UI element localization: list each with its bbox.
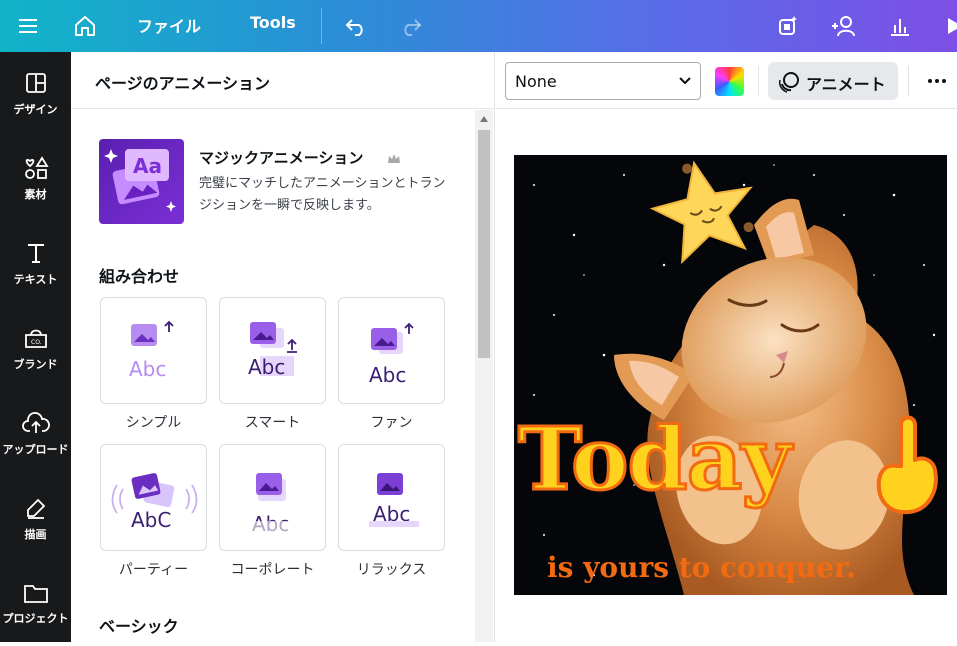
design-headline: Today — [516, 409, 792, 510]
animation-panel: ページのアニメーション Aa マジックアニメーション 完璧にマッチしたアニメーシ… — [71, 52, 495, 642]
svg-text:Abc: Abc — [369, 363, 406, 387]
basic-section-title: ベーシック — [99, 617, 179, 636]
animation-card-party[interactable]: AbC — [100, 444, 207, 551]
animation-card-label: ファン — [370, 415, 413, 431]
design-subline: is yours to conquer. — [547, 551, 856, 584]
animation-card-label: コーポレート — [230, 562, 315, 578]
folder-icon — [23, 585, 48, 603]
elements-icon — [24, 156, 49, 179]
animation-card-simple[interactable]: Abc — [100, 297, 207, 404]
undo-icon[interactable] — [340, 10, 372, 42]
svg-text:AbC: AbC — [131, 508, 171, 532]
magic-animation-title: マジックアニメーション — [199, 149, 364, 167]
sidebar-item-brand[interactable]: CO. ブランド — [0, 307, 71, 391]
redo-icon[interactable] — [395, 10, 427, 42]
tools-menu[interactable]: Tools — [250, 13, 296, 32]
select-value: None — [515, 72, 557, 91]
animation-card-relax[interactable]: Abc — [338, 444, 445, 551]
sidebar-item-label: プロジェクト — [2, 612, 69, 625]
sidebar-item-uploads[interactable]: アップロード — [0, 392, 71, 476]
sidebar-item-label: ブランド — [13, 358, 58, 371]
animation-card-smart[interactable]: Abc — [219, 297, 326, 404]
context-toolbar: None アニメート — [496, 52, 957, 109]
crown-icon — [388, 154, 400, 163]
scroll-up-arrow[interactable] — [480, 116, 488, 122]
font-style-select[interactable]: None — [505, 62, 701, 100]
sidebar-item-elements[interactable]: 素材 — [0, 137, 71, 221]
svg-text:Aa: Aa — [133, 154, 162, 178]
sidebar-item-label: 描画 — [24, 528, 47, 541]
sidebar-item-label: デザイン — [13, 103, 58, 116]
chevron-down-icon — [679, 77, 691, 85]
combo-section-title: 組み合わせ — [99, 267, 180, 286]
animation-card-label: スマート — [244, 415, 301, 431]
animation-card-corporate[interactable]: Abc — [219, 444, 326, 551]
left-navigation-rail: デザイン 素材 テキスト CO. ブランド アップロード 描画 プロジェクト — [0, 52, 71, 642]
layout-icon — [25, 73, 46, 93]
sidebar-item-draw[interactable]: 描画 — [0, 477, 71, 561]
canvas-area: Today is yours to conquer. — [496, 110, 957, 642]
insights-chart-icon[interactable] — [884, 10, 916, 42]
design-page[interactable]: Today is yours to conquer. — [514, 155, 947, 595]
sidebar-item-projects[interactable]: プロジェクト — [0, 562, 71, 646]
menu-icon[interactable] — [12, 10, 44, 42]
sidebar-item-label: 素材 — [24, 188, 47, 201]
animation-card-label: パーティー — [118, 562, 189, 578]
play-present-icon[interactable] — [938, 10, 957, 42]
svg-text:Abc: Abc — [129, 357, 166, 381]
top-bar: ファイル Tools — [0, 0, 957, 52]
svg-text:CO.: CO. — [31, 339, 42, 346]
more-options-icon[interactable] — [922, 66, 952, 96]
magic-animation-thumbnail: Aa — [99, 139, 184, 224]
svg-text:Abc: Abc — [248, 355, 285, 379]
animate-button[interactable]: アニメート — [768, 62, 898, 100]
share-people-icon[interactable] — [828, 10, 860, 42]
scroll-thumb[interactable] — [478, 130, 490, 358]
panel-title: ページのアニメーション — [71, 52, 494, 109]
animation-card-label: シンプル — [125, 415, 182, 431]
sidebar-item-label: アップロード — [2, 443, 69, 456]
animation-card-label: リラックス — [356, 562, 427, 578]
sidebar-item-design[interactable]: デザイン — [0, 52, 71, 136]
brand-icon: CO. — [24, 329, 47, 348]
topbar-divider — [321, 8, 322, 44]
home-icon[interactable] — [69, 10, 101, 42]
upload-icon — [21, 412, 50, 433]
toolbar-divider — [758, 66, 759, 96]
text-icon — [27, 244, 44, 263]
design-artwork — [533, 160, 938, 595]
animation-card-fun[interactable]: Abc — [338, 297, 445, 404]
magic-animation-description: 完璧にマッチしたアニメーションとトランジションを一瞬で反映します。 — [199, 176, 446, 213]
magic-resize-icon[interactable] — [772, 10, 804, 42]
animate-button-label: アニメート — [806, 75, 886, 94]
magic-animation-option[interactable]: Aa マジックアニメーション 完璧にマッチしたアニメーションとトランジションを一… — [99, 139, 459, 229]
panel-scrollbar[interactable] — [475, 110, 493, 642]
toolbar-divider — [908, 66, 909, 96]
color-picker-swatch[interactable] — [715, 67, 744, 96]
draw-icon — [26, 498, 45, 519]
sidebar-item-label: テキスト — [13, 273, 58, 286]
file-menu[interactable]: ファイル — [137, 13, 201, 37]
animate-icon — [778, 72, 799, 93]
sidebar-item-text[interactable]: テキスト — [0, 222, 71, 306]
